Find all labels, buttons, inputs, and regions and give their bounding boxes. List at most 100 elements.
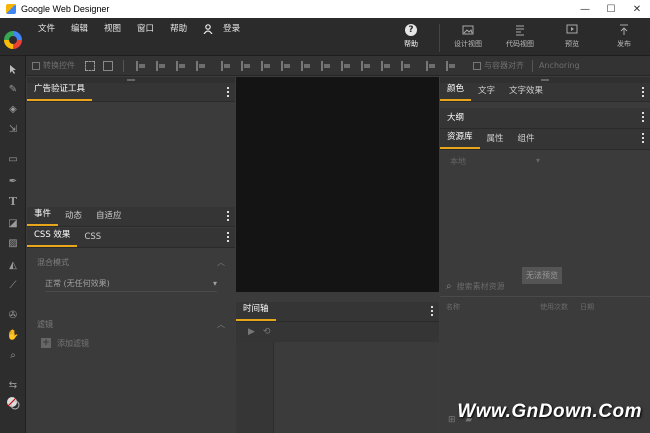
blend-mode-section[interactable]: 混合模式 ︿ — [27, 252, 235, 272]
login-label: 登录 — [223, 24, 241, 34]
menu-bar: 文件 编辑 视图 窗口 帮助 登录 — [30, 22, 256, 36]
code-view-button[interactable]: 代码视图 — [494, 24, 546, 52]
minimize-button[interactable]: — — [572, 0, 598, 18]
tab-text-effects[interactable]: 文字效果 — [502, 85, 550, 101]
design-view-button[interactable]: 设计视图 — [442, 24, 494, 52]
timeline-layers — [236, 342, 274, 433]
select-tool-icon[interactable] — [6, 62, 20, 76]
distribute-bottom-icon[interactable] — [361, 60, 371, 71]
preview-button[interactable]: 预览 — [546, 24, 598, 52]
align-center-h-icon[interactable] — [156, 60, 166, 71]
timeline-controls: ▶ ⟲ — [236, 322, 439, 342]
tab-events[interactable]: 事件 — [27, 208, 59, 226]
transform-checkbox[interactable] — [32, 61, 40, 70]
tab-animation[interactable]: 动态 — [58, 210, 89, 226]
align-left-icon[interactable] — [136, 60, 146, 71]
distribute-center-icon[interactable] — [241, 60, 251, 71]
menu-help[interactable]: 帮助 — [162, 22, 195, 36]
tab-css[interactable]: CSS — [77, 231, 108, 247]
more-options-icon[interactable] — [642, 133, 644, 143]
rectangle-tool-icon[interactable]: ◪ — [6, 216, 20, 230]
library-header: 资源库 属性 组件 — [440, 129, 650, 150]
menu-window[interactable]: 窗口 — [129, 22, 162, 36]
hand-tool-icon[interactable]: ✋ — [6, 328, 20, 342]
distribute-right-icon[interactable] — [261, 60, 271, 71]
pen-tool-icon[interactable]: ✎ — [6, 82, 20, 96]
tag-tool-icon[interactable]: ▭ — [6, 152, 20, 166]
brush-tool-icon[interactable]: ✇ — [6, 308, 20, 322]
tab-properties[interactable]: 属性 — [480, 133, 511, 149]
tab-ad-validator[interactable]: 广告验证工具 — [27, 83, 93, 101]
distribute-top-icon[interactable] — [321, 60, 331, 71]
col-usage[interactable]: 使用次数 — [540, 302, 580, 314]
code-lines-icon — [516, 25, 524, 36]
divider — [532, 59, 533, 72]
loop-icon[interactable]: ⟲ — [263, 327, 271, 337]
design-stage[interactable] — [236, 77, 439, 292]
tab-library[interactable]: 资源库 — [440, 131, 480, 149]
tab-responsive[interactable]: 自适应 — [89, 210, 129, 226]
menu-edit[interactable]: 编辑 — [63, 22, 96, 36]
tab-outline[interactable]: 大纲 — [440, 112, 471, 128]
help-icon: ? — [405, 24, 417, 36]
more-options-icon[interactable] — [227, 211, 229, 221]
login-button[interactable]: 登录 — [195, 22, 256, 36]
publish-label: 发布 — [617, 40, 631, 48]
close-button[interactable]: ✕ — [624, 0, 650, 18]
path-tool-icon[interactable]: ✒ — [6, 174, 20, 188]
shape-3d-tool-icon[interactable]: ◈ — [6, 102, 20, 116]
size-icon[interactable] — [426, 60, 436, 71]
publish-button[interactable]: 发布 — [598, 24, 650, 52]
help-button[interactable]: ? 帮助 — [385, 24, 437, 52]
align-container-label: 与容器对齐 — [484, 61, 524, 70]
more-options-icon[interactable] — [431, 306, 433, 316]
distribute-v-icon[interactable] — [401, 60, 411, 71]
distribute-left-icon[interactable] — [221, 60, 231, 71]
text-tool-icon[interactable]: T — [6, 194, 20, 208]
space-icon[interactable] — [446, 60, 456, 71]
blend-mode-label: 混合模式 — [37, 257, 69, 267]
snap-icon[interactable] — [103, 60, 113, 71]
swap-colors-icon[interactable]: ⇆ — [6, 378, 20, 392]
help-label: 帮助 — [404, 40, 418, 48]
tab-text[interactable]: 文字 — [471, 85, 502, 101]
timeline-track[interactable] — [274, 342, 439, 433]
more-options-icon[interactable] — [227, 87, 229, 97]
blend-mode-select[interactable]: 正常 (无任何效果) ▾ — [45, 276, 217, 292]
library-search[interactable]: ⌕ 搜索素材资源 — [440, 277, 650, 297]
col-date[interactable]: 日期 — [580, 302, 594, 314]
menu-file[interactable]: 文件 — [30, 22, 63, 36]
align-bottom-icon[interactable] — [301, 60, 311, 71]
more-options-icon[interactable] — [227, 232, 229, 242]
tab-components[interactable]: 组件 — [511, 133, 542, 149]
add-asset-icon[interactable]: ⊞ — [448, 415, 456, 425]
eyedropper-tool-icon[interactable]: ⟋ — [6, 278, 20, 292]
tab-color[interactable]: 颜色 — [440, 83, 472, 101]
local-select[interactable]: 本地 ▾ — [450, 156, 540, 167]
align-top-icon[interactable] — [196, 60, 206, 71]
tab-timeline[interactable]: 时间轴 — [236, 303, 276, 321]
menu-view[interactable]: 视图 — [96, 22, 129, 36]
distribute-middle-icon[interactable] — [341, 60, 351, 71]
add-filter-button[interactable]: + 添加滤镜 — [27, 334, 235, 352]
pattern-tool-icon[interactable]: ▨ — [6, 236, 20, 250]
bounding-box-icon[interactable] — [85, 60, 95, 71]
col-name[interactable]: 名称 — [440, 302, 540, 314]
more-options-icon[interactable] — [642, 87, 644, 97]
translate-tool-icon[interactable]: ⇲ — [6, 122, 20, 136]
maximize-button[interactable]: ☐ — [598, 0, 624, 18]
align-container-checkbox[interactable] — [473, 61, 481, 70]
tab-css-effects[interactable]: CSS 效果 — [27, 229, 78, 247]
fill-tool-icon[interactable]: ◭ — [6, 258, 20, 272]
play-icon[interactable]: ▶ — [248, 327, 255, 337]
align-middle-v-icon[interactable] — [281, 60, 291, 71]
color-swatch-icon[interactable] — [6, 396, 20, 410]
align-right-icon[interactable] — [176, 60, 186, 71]
library-columns: 名称 使用次数 日期 — [440, 302, 650, 314]
local-select-value: 本地 — [450, 157, 466, 166]
zoom-tool-icon[interactable]: ⌕ — [6, 348, 20, 362]
distribute-h-icon[interactable] — [381, 60, 391, 71]
more-options-icon[interactable] — [642, 112, 644, 122]
chevron-down-icon: ▾ — [212, 279, 217, 288]
filter-section[interactable]: 滤镜 ︿ — [27, 314, 235, 334]
